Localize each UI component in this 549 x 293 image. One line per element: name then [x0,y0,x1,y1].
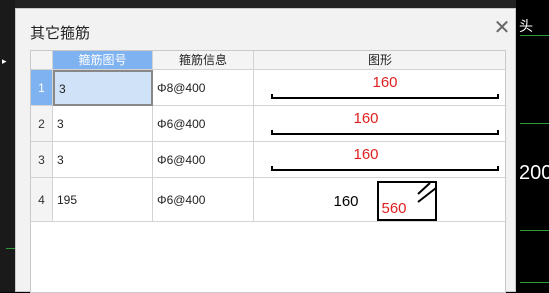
canvas-line [520,35,549,36]
shape-label: 160 [372,74,397,91]
stirrup-hook [417,187,437,203]
column-header-code[interactable]: 箍筋图号 [53,51,153,70]
table-cell-info[interactable]: Φ8@400 [153,70,254,106]
table-cell-shape[interactable]: 160 [254,70,505,106]
column-header-info[interactable]: 箍筋信息 [153,51,254,70]
table-cell-code[interactable]: 3 [53,142,153,178]
stirrup-line [271,130,499,135]
shape-label-height: 560 [381,200,406,217]
stirrup-shape-drawing: 160 [271,110,499,135]
table-cell-code[interactable]: 195 [53,178,153,222]
row-header[interactable]: 3 [31,142,53,178]
row-header[interactable]: 4 [31,178,53,222]
canvas-line [6,248,15,249]
stirrup-table: 箍筋图号 箍筋信息 图形 1 3 Φ8@400 160 2 3 Φ6@400 1… [30,50,506,293]
background-toolbar [0,0,549,8]
stirrup-line [271,94,499,99]
left-arrow-icon: ▸ [2,56,7,66]
column-header-shape[interactable]: 图形 [254,51,505,70]
shape-label-width: 160 [333,193,358,210]
canvas-line [520,123,549,124]
table-cell-code[interactable]: 3 [53,106,153,142]
other-stirrups-dialog: 其它箍筋 ✕ 箍筋图号 箍筋信息 图形 1 3 Φ8@400 160 2 3 Φ… [15,8,516,293]
row-header[interactable]: 2 [31,106,53,142]
table-cell-shape[interactable]: 160 560 [254,178,505,222]
table-cell-info[interactable]: Φ6@400 [153,178,254,222]
stirrup-shape-drawing: 160 [271,74,499,99]
stirrup-hook [417,182,431,195]
shape-label: 160 [353,110,378,127]
shape-label: 160 [353,146,378,163]
stirrup-shape-drawing: 160 [271,146,499,171]
dialog-title: 其它箍筋 [30,25,91,42]
stirrup-line [271,166,499,171]
table-cell-info[interactable]: Φ6@400 [153,106,254,142]
stirrup-shape-drawing: 160 560 [333,181,437,221]
table-cell-shape[interactable]: 160 [254,106,505,142]
background-label: 头 [519,18,533,34]
canvas-line [520,230,549,231]
close-icon[interactable]: ✕ [491,17,513,39]
row-header[interactable]: 1 [31,70,53,106]
background-dimension: 200 [519,162,549,184]
table-cell-info[interactable]: Φ6@400 [153,142,254,178]
table-cell-code[interactable]: 3 [53,70,153,106]
table-cell-shape[interactable]: 160 [254,142,505,178]
canvas-line [520,282,549,283]
background-right-canvas [516,0,549,292]
table-corner [31,51,53,70]
